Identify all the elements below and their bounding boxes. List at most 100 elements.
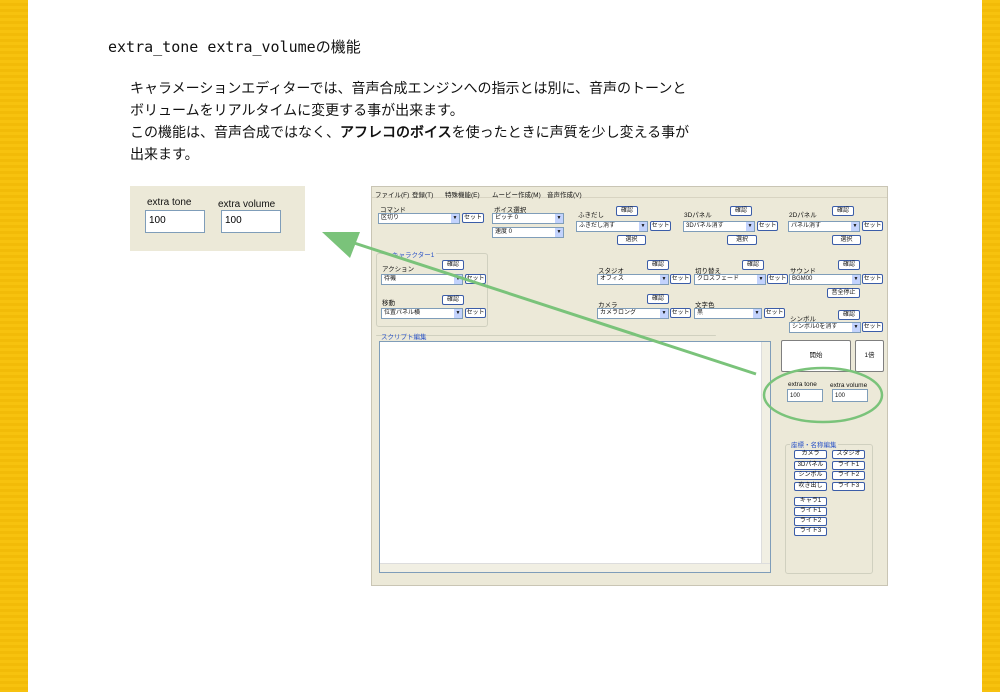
coord-symbol-button[interactable]: シンボル [794, 471, 827, 480]
coord-chara1-button[interactable]: キャラ1 [794, 497, 827, 506]
fukidashi-set-button[interactable]: セット [650, 221, 671, 231]
fukidashi-label: ふきだし [578, 212, 604, 219]
move-select[interactable]: 位置パネル横 ▼ [381, 308, 463, 319]
panel2d-set-button[interactable]: セット [862, 221, 883, 231]
symbol-value: シンボル0を消す [792, 324, 838, 330]
menu-special[interactable]: 特殊機能(E) [445, 189, 480, 199]
extra-tone-label: extra tone [788, 381, 817, 388]
paragraph-line: キャラメーションエディターでは、音声合成エンジンへの指示とは別に、音声のトーンと [130, 81, 687, 97]
camera-value: カメラロング [600, 310, 637, 316]
paragraph-line: この機能は、音声合成ではなく、アフレコのボイスを使ったときに声質を少し変える事が [130, 122, 890, 144]
symbol-select[interactable]: シンボル0を消す ▼ [789, 322, 861, 333]
menu-bar: ファイル(F) 登録(T) 特殊機能(E) ムービー作成(M) 音声作成(V) [372, 187, 887, 199]
switch-select[interactable]: クロスフェード ▼ [694, 274, 766, 285]
move-set-button[interactable]: セット [465, 308, 486, 318]
page: extra_tone extra_volumeの機能 キャラメーションエディター… [28, 0, 982, 692]
panel3d-set-button[interactable]: セット [757, 221, 778, 231]
textcolor-select[interactable]: 黒 ▼ [694, 308, 762, 319]
paragraph-text: この機能は、音声合成ではなく、 [130, 125, 340, 141]
script-editor-textarea[interactable] [379, 341, 771, 573]
action-confirm-button[interactable]: 確認 [442, 260, 464, 270]
chevron-down-icon: ▼ [454, 309, 462, 318]
vertical-scrollbar[interactable] [761, 342, 770, 572]
camera-set-button[interactable]: セット [670, 308, 691, 318]
coord-studio-button[interactable]: スタジオ [832, 450, 865, 459]
panel2d-select-button[interactable]: 選択 [832, 235, 861, 245]
extra-volume-input[interactable]: 100 [832, 389, 868, 402]
coord-chara-light3-button[interactable]: ライト3 [794, 527, 827, 536]
coord-light3-button[interactable]: ライト3 [832, 482, 865, 491]
studio-set-button[interactable]: セット [670, 274, 691, 284]
panel3d-select-button[interactable]: 選択 [727, 235, 757, 245]
horizontal-scrollbar[interactable] [380, 563, 770, 572]
panel3d-select[interactable]: 3Dパネル消す ▼ [683, 221, 755, 232]
fukidashi-select[interactable]: ふきだし消す ▼ [576, 221, 648, 232]
chevron-down-icon: ▼ [753, 309, 761, 318]
extra-callout-panel: extra tone extra volume 100 100 [130, 186, 305, 251]
command-select[interactable]: 区切り ▼ [378, 213, 460, 224]
textcolor-value: 黒 [697, 310, 704, 316]
command-value: 区切り [381, 215, 400, 221]
page-heading: extra_tone extra_volumeの機能 [108, 38, 361, 56]
action-set-button[interactable]: セット [465, 274, 486, 284]
extra-tone-input[interactable]: 100 [787, 389, 823, 402]
speed-select[interactable]: 速度 0 ▼ [492, 227, 564, 238]
fukidashi-select-button[interactable]: 選択 [617, 235, 646, 245]
panel3d-label: 3Dパネル [684, 212, 712, 219]
extra-volume-input[interactable]: 100 [221, 210, 281, 233]
fukidashi-confirm-button[interactable]: 確認 [616, 206, 638, 216]
panel2d-confirm-button[interactable]: 確認 [832, 206, 854, 216]
move-confirm-button[interactable]: 確認 [442, 295, 464, 305]
chevron-down-icon: ▼ [555, 228, 563, 237]
camera-select[interactable]: カメラロング ▼ [597, 308, 669, 319]
chevron-down-icon: ▼ [757, 275, 765, 284]
coord-chara-light1-button[interactable]: ライト1 [794, 507, 827, 516]
stop-all-sound-button[interactable]: 音全停止 [827, 288, 860, 298]
menu-register[interactable]: 登録(T) [412, 189, 433, 199]
chevron-down-icon: ▼ [454, 275, 462, 284]
extra-volume-label: extra volume [830, 382, 868, 389]
coord-3dpanel-button[interactable]: 3Dパネル [794, 461, 827, 470]
camera-confirm-button[interactable]: 確認 [647, 294, 669, 304]
speed-value: 速度 0 [495, 229, 513, 235]
studio-select[interactable]: オフィス ▼ [597, 274, 669, 285]
extra-tone-label: extra tone [147, 197, 192, 208]
description-paragraph: キャラメーションエディターでは、音声合成エンジンへの指示とは別に、音声のトーンと… [130, 78, 890, 166]
panel3d-confirm-button[interactable]: 確認 [730, 206, 752, 216]
chevron-down-icon: ▼ [555, 214, 563, 223]
symbol-set-button[interactable]: セット [862, 322, 883, 332]
panel3d-value: 3Dパネル消す [686, 223, 724, 229]
coord-fukidashi-button[interactable]: 吹き出し [794, 482, 827, 491]
move-label: 移動 [382, 300, 395, 307]
chevron-down-icon: ▼ [852, 323, 860, 332]
action-select[interactable]: 待機 ▼ [381, 274, 463, 285]
coord-light2-button[interactable]: ライト2 [832, 471, 865, 480]
menu-movie[interactable]: ムービー作成(M) [492, 189, 541, 199]
menu-file[interactable]: ファイル(F) [375, 189, 409, 199]
symbol-confirm-button[interactable]: 確認 [838, 310, 860, 320]
coord-chara-light2-button[interactable]: ライト2 [794, 517, 827, 526]
studio-confirm-button[interactable]: 確認 [647, 260, 669, 270]
start-button[interactable]: 開始 [781, 340, 851, 372]
textcolor-set-button[interactable]: セット [764, 308, 785, 318]
panel2d-select[interactable]: パネル消す ▼ [788, 221, 860, 232]
sound-set-button[interactable]: セット [862, 274, 883, 284]
sound-confirm-button[interactable]: 確認 [838, 260, 860, 270]
script-editor-label: スクリプト編集 [381, 334, 427, 341]
menu-voice[interactable]: 音声作成(V) [547, 189, 582, 199]
switch-confirm-button[interactable]: 確認 [742, 260, 764, 270]
pitch-select[interactable]: ピッチ 0 ▼ [492, 213, 564, 224]
sound-select[interactable]: BGM00 ▼ [789, 274, 861, 285]
action-value: 待機 [384, 276, 397, 282]
pitch-value: ピッチ 0 [495, 215, 519, 221]
chevron-down-icon: ▼ [851, 222, 859, 231]
coord-camera-button[interactable]: カメラ [794, 450, 827, 459]
coord-light1-button[interactable]: ライト1 [832, 461, 865, 470]
extra-tone-input[interactable]: 100 [145, 210, 205, 233]
switch-set-button[interactable]: セット [767, 274, 788, 284]
command-set-button[interactable]: セット [462, 213, 484, 223]
playback-speed-button[interactable]: 1倍 [855, 340, 884, 372]
chevron-down-icon: ▼ [746, 222, 754, 231]
chevron-down-icon: ▼ [639, 222, 647, 231]
coordinate-group-label: 座標・名称編集 [790, 439, 838, 449]
